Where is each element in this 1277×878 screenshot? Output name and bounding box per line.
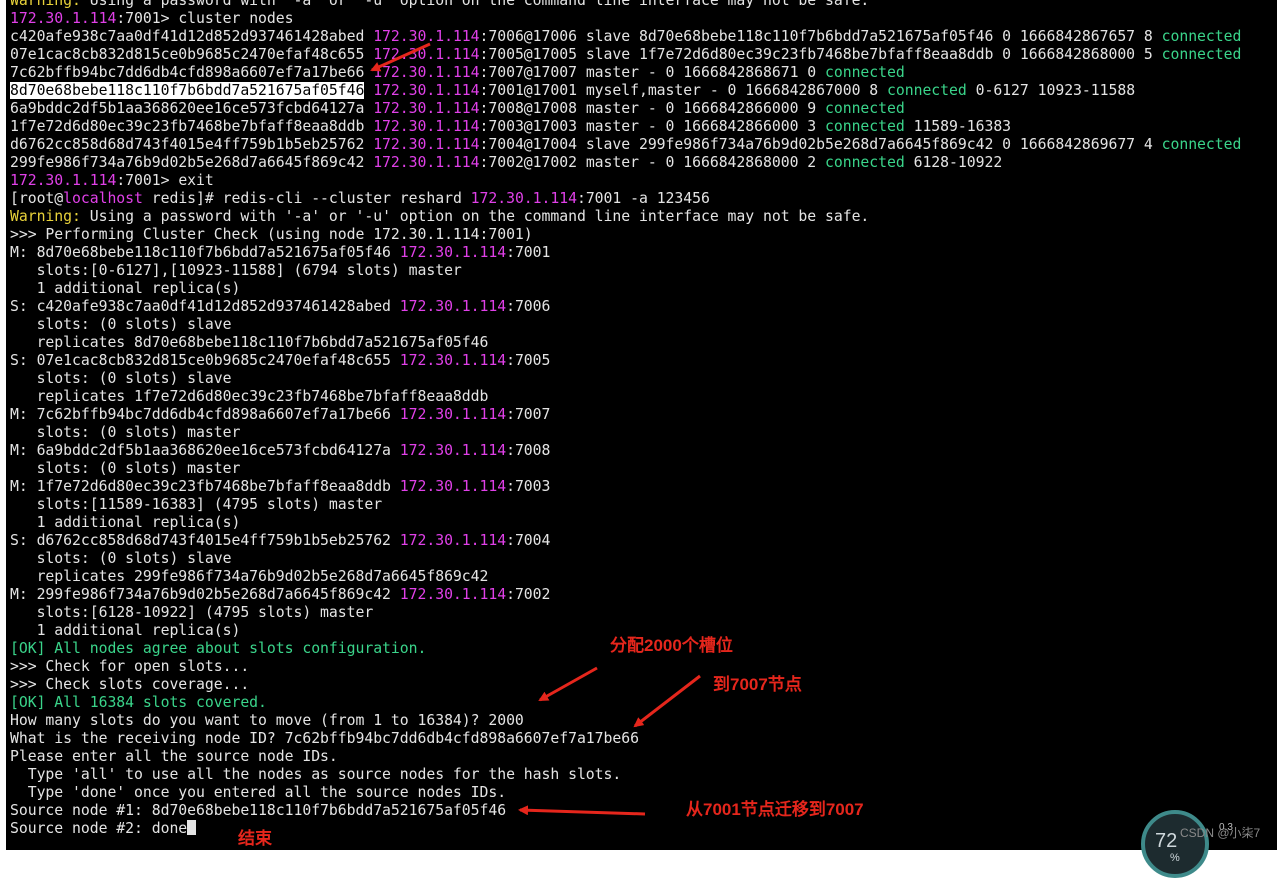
annotation-to-node: 到7007节点 [713, 675, 802, 694]
arrow-receiving-node [633, 674, 701, 728]
annotation-allocate-slots: 分配2000个槽位 [610, 636, 733, 655]
annotation-arrows [370, 42, 701, 816]
watermark: CSDN @小柒7 [1180, 826, 1261, 840]
arrow-source-node [518, 805, 646, 816]
annotation-migrate: 从7001节点迁移到7007 [686, 800, 864, 819]
arrow-to-node-7007-row [370, 42, 431, 72]
performance-widget[interactable]: 72 % [1141, 810, 1209, 878]
widget-percent-sign: % [1170, 852, 1180, 864]
annotation-end: 结束 [238, 829, 272, 848]
arrow-slots-count [538, 666, 598, 702]
